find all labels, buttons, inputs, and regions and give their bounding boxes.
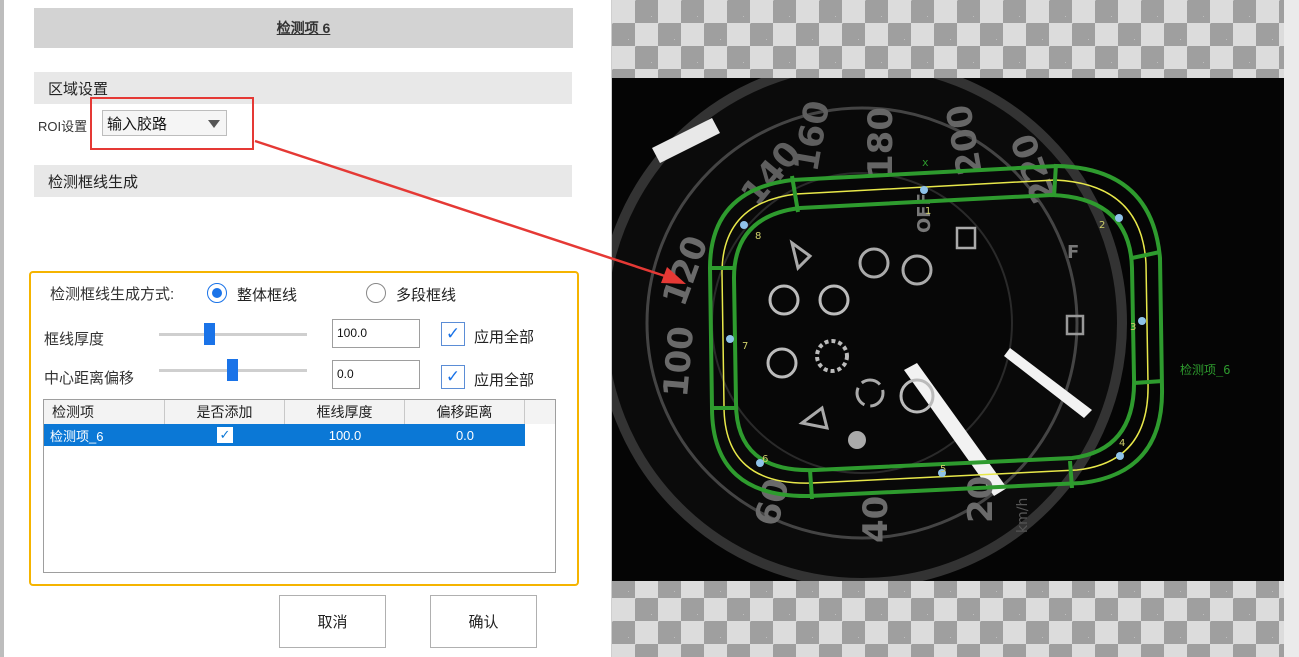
handle[interactable] [740, 221, 748, 229]
radio-whole-frame-label: 整体框线 [237, 287, 298, 304]
column-header[interactable]: 偏移距离 [405, 400, 525, 424]
segment-divider [808, 469, 814, 500]
gauge-inner-ring [711, 172, 1013, 474]
row-offset: 0.0 [455, 427, 475, 443]
highlight-box [90, 97, 254, 150]
detection-table: 检测项 是否添加 框线厚度 偏移距离 检测项_6 ✓ 100.0 0.0 [43, 399, 556, 573]
confirm-button[interactable]: 确认 [430, 595, 537, 648]
speed-mark: 40 [856, 496, 896, 543]
segment-divider [1133, 379, 1164, 385]
radio-whole-frame[interactable] [207, 283, 227, 303]
settings-panel: 检测项 6 区域设置 ROI设置 输入胶路 检测框线生成 检测框线生成方式: 整… [0, 0, 612, 657]
thickness-slider-thumb[interactable] [204, 323, 215, 345]
segment-divider [1052, 163, 1058, 198]
fuel-letter: F [1067, 242, 1079, 263]
point-label: 6 [762, 454, 768, 465]
gauge-preview: 120 100 140 160 180 200 220 20 40 60 km/… [612, 78, 1230, 581]
thickness-apply-all-checkbox[interactable]: ✓ [441, 322, 465, 346]
generation-mode-label: 检测框线生成方式: [50, 286, 175, 303]
offset-apply-all-checkbox[interactable]: ✓ [441, 365, 465, 389]
row-name: 检测项_6 [50, 428, 104, 444]
point-label: 4 [1119, 438, 1125, 449]
cross-mark: x [922, 156, 929, 169]
speed-mark: 180 [861, 107, 901, 178]
handle[interactable] [1138, 317, 1146, 325]
point-label: 1 [925, 206, 931, 217]
frame-label: 检测项_6 [1180, 362, 1230, 377]
point-label: 2 [1099, 220, 1105, 231]
column-header[interactable]: 框线厚度 [285, 400, 405, 424]
check-icon[interactable]: ✓ [217, 427, 233, 443]
check-icon: ✓ [445, 324, 461, 343]
radio-multi-frame-label: 多段框线 [396, 287, 457, 304]
panel-title: 检测项 6 [34, 8, 573, 48]
check-icon: ✓ [445, 367, 461, 386]
speed-mark: 20 [961, 476, 1001, 523]
thickness-label: 框线厚度 [44, 331, 105, 348]
column-header[interactable]: 是否添加 [165, 400, 285, 424]
point-label: 7 [742, 341, 748, 352]
thickness-input[interactable]: 100.0 [332, 319, 420, 348]
offset-slider-thumb[interactable] [227, 359, 238, 381]
thickness-apply-all-label: 应用全部 [474, 329, 535, 346]
scrollbar[interactable] [1284, 0, 1299, 657]
frame-generation-header: 检测框线生成 [34, 165, 572, 197]
table-header: 检测项 是否添加 框线厚度 偏移距离 [44, 400, 555, 424]
row-added[interactable]: ✓ [165, 424, 285, 446]
airbag-icon [848, 431, 866, 449]
point-label: 5 [940, 464, 946, 475]
handle[interactable] [1116, 452, 1124, 460]
table-row[interactable]: 检测项_6 ✓ 100.0 0.0 [44, 424, 525, 446]
radio-multi-frame[interactable] [366, 283, 386, 303]
offset-input[interactable]: 0.0 [332, 360, 420, 389]
point-label: 8 [755, 231, 761, 242]
offset-apply-all-label: 应用全部 [474, 372, 535, 389]
offset-label: 中心距离偏移 [44, 370, 135, 387]
preview-canvas[interactable]: 120 100 140 160 180 200 220 20 40 60 km/… [612, 78, 1284, 581]
column-header[interactable]: 检测项 [44, 400, 165, 424]
roi-label: ROI设置 [38, 119, 88, 134]
point-label: 3 [1130, 322, 1136, 333]
handle[interactable] [1115, 214, 1123, 222]
cancel-button[interactable]: 取消 [279, 595, 386, 648]
thickness-slider[interactable] [159, 333, 307, 336]
unit-label: km/h [1015, 498, 1031, 533]
handle[interactable] [920, 186, 928, 194]
speed-mark: 100 [656, 325, 702, 399]
row-thickness: 100.0 [328, 427, 362, 443]
segment-divider [1068, 460, 1074, 489]
handle[interactable] [726, 335, 734, 343]
